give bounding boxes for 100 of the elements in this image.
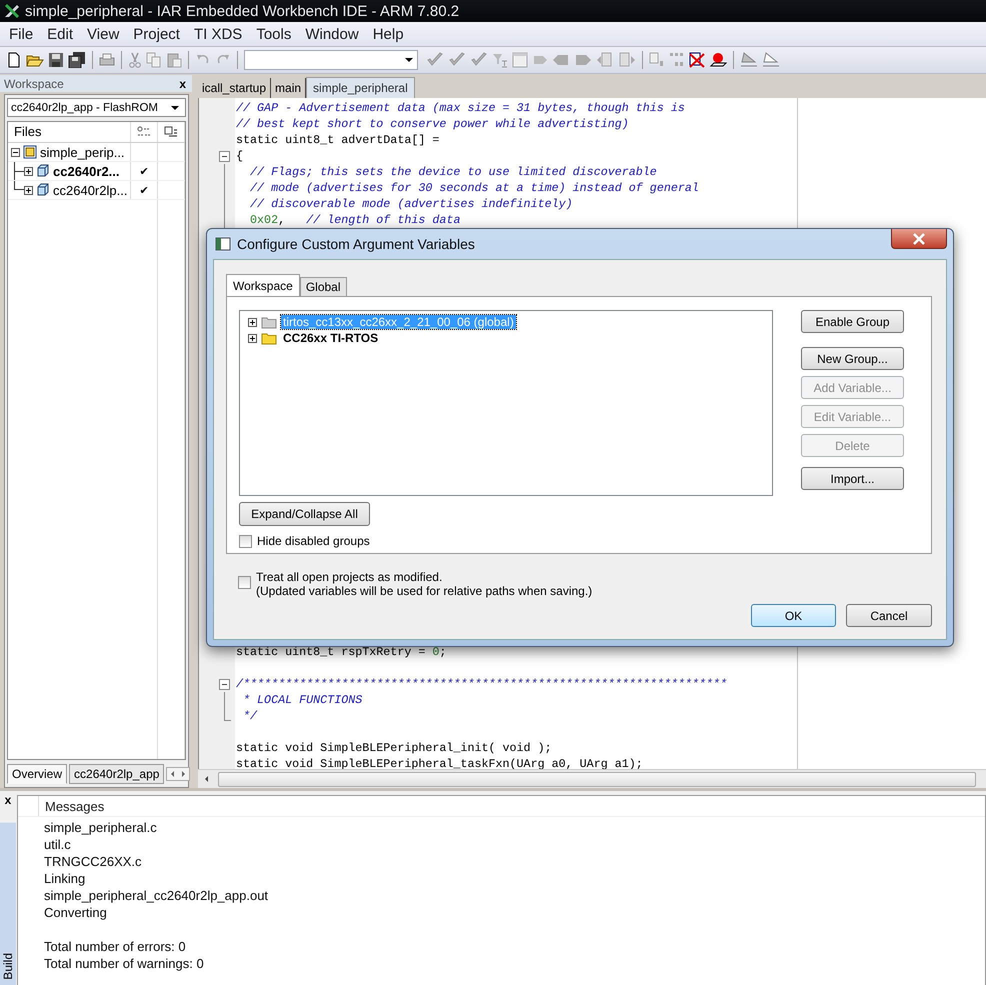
dialog-button[interactable]: New Group... bbox=[801, 347, 904, 370]
workspace-icon bbox=[23, 145, 37, 159]
scissors-icon[interactable] bbox=[128, 52, 142, 68]
collapse-icon[interactable] bbox=[11, 148, 20, 156]
window-icon[interactable] bbox=[512, 52, 528, 68]
window-icon bbox=[215, 236, 231, 252]
dialog-tab[interactable]: Workspace bbox=[226, 274, 300, 296]
panel-tab[interactable]: cc2640r2lp_app bbox=[69, 764, 164, 784]
panel-tab[interactable]: Overview bbox=[7, 764, 68, 784]
find-combo-box[interactable] bbox=[244, 50, 418, 70]
save-all-icon[interactable] bbox=[68, 52, 86, 68]
column-header: Files bbox=[8, 122, 131, 142]
code-line: // mode (advertises for 30 seconds at a time) instead of general bbox=[249, 181, 699, 195]
expand-icon[interactable] bbox=[24, 166, 33, 176]
panel-title: Workspace bbox=[4, 76, 64, 90]
cancel-button[interactable]: Cancel bbox=[846, 604, 932, 627]
editor-tab[interactable]: simple_peripheral bbox=[306, 77, 415, 98]
menu-item[interactable]: Window bbox=[298, 26, 366, 42]
cube-icon bbox=[36, 183, 50, 197]
settings-grid-icon bbox=[164, 126, 178, 138]
column-header: Messages bbox=[45, 798, 104, 814]
cube-icon bbox=[36, 164, 50, 178]
tree-item-label[interactable]: cc2640r2lp... bbox=[53, 182, 128, 198]
tools-icon bbox=[3, 2, 21, 20]
note-text: (Updated variables will be used for relative paths when saving.) bbox=[256, 584, 592, 598]
document-grid-icon[interactable] bbox=[649, 52, 665, 68]
fold-icon[interactable] bbox=[219, 151, 230, 162]
checkbox-label: Hide disabled groups bbox=[257, 534, 370, 548]
menu-item[interactable]: File bbox=[2, 26, 40, 42]
dialog-title: Configure Custom Argument Variables bbox=[237, 236, 475, 252]
tab-scroll-buttons[interactable] bbox=[166, 767, 190, 781]
triangle-icon[interactable] bbox=[740, 52, 758, 68]
code-line: // discoverable mode (advertises indefinitely) bbox=[249, 197, 573, 211]
configuration-dropdown[interactable]: cc2640r2lp_app - FlashROM bbox=[7, 98, 186, 117]
expand-icon[interactable] bbox=[24, 186, 33, 194]
printer-icon[interactable] bbox=[99, 52, 115, 68]
breakpoint-icon[interactable] bbox=[709, 52, 727, 68]
code-line: static uint8_t advertData[] = bbox=[236, 133, 440, 147]
triangle-outline-icon[interactable] bbox=[762, 52, 780, 68]
message-line: Total number of warnings: 0 bbox=[44, 955, 205, 972]
expand-collapse-button[interactable]: Expand/Collapse All bbox=[239, 502, 370, 526]
horizontal-scrollbar[interactable] bbox=[198, 769, 986, 788]
checkbox-label: Treat all open projects as modified. bbox=[256, 570, 444, 584]
close-button[interactable] bbox=[891, 229, 947, 249]
code-line: // Flags; this sets the device to use limited discoverable bbox=[249, 165, 657, 179]
code-line: // GAP - Advertisement data (max size = 31 bytes, though this is bbox=[236, 101, 685, 115]
document-right-icon[interactable] bbox=[618, 52, 636, 68]
code-line: // best kept short to conserve power while advertisting) bbox=[236, 117, 629, 131]
message-line: Linking bbox=[44, 870, 86, 887]
copy-icon[interactable] bbox=[146, 52, 162, 68]
menu-item[interactable]: TI XDS bbox=[186, 26, 250, 42]
menu-item[interactable]: View bbox=[80, 26, 126, 42]
cross-icon[interactable] bbox=[689, 52, 705, 68]
message-line: simple_peripheral.c bbox=[44, 819, 158, 836]
tree-item[interactable]: simple_perip... bbox=[8, 143, 131, 161]
code-line: static void SimpleBLEPeripheral_init( void ); bbox=[236, 741, 552, 755]
scroll-thumb[interactable] bbox=[218, 772, 976, 786]
dialog-tab[interactable]: Global bbox=[300, 277, 346, 296]
right-tag-icon[interactable] bbox=[574, 52, 592, 68]
message-line: util.c bbox=[44, 836, 72, 853]
message-line: Total number of errors: 0 bbox=[44, 938, 187, 955]
checkbox[interactable] bbox=[239, 534, 252, 548]
checkmark-icon[interactable] bbox=[470, 52, 488, 68]
expand-icon[interactable] bbox=[248, 334, 257, 342]
new-file-icon[interactable] bbox=[6, 52, 22, 68]
checkmark-icon[interactable] bbox=[448, 52, 466, 68]
window-title: simple_peripheral - IAR Embedded Workbench IDE - ARM 7.80.2 bbox=[25, 2, 460, 20]
menu-item[interactable]: Tools bbox=[249, 26, 298, 42]
code-line: */ bbox=[242, 709, 258, 723]
menu-item[interactable]: Edit bbox=[40, 26, 80, 42]
checkmark-icon[interactable] bbox=[426, 52, 444, 68]
left-tag-icon[interactable] bbox=[552, 52, 570, 68]
menu-item[interactable]: Project bbox=[126, 26, 187, 42]
code-line: 0x02, // length of this data bbox=[249, 213, 460, 227]
dialog-button[interactable]: Import... bbox=[801, 467, 904, 490]
code-line: { bbox=[236, 149, 244, 163]
document-left-icon[interactable] bbox=[596, 52, 614, 68]
group-item[interactable]: CC26xx TI-RTOS bbox=[281, 331, 380, 345]
funnel-icon[interactable] bbox=[492, 52, 508, 68]
message-line: simple_peripheral_cc2640r2lp_app.out bbox=[44, 887, 270, 904]
check-mark: ✔ bbox=[140, 164, 148, 178]
code-line: /********************************************************************* bbox=[236, 677, 727, 691]
options-icon bbox=[137, 126, 151, 138]
save-icon[interactable] bbox=[48, 52, 64, 68]
tree-item-label: simple_perip... bbox=[40, 144, 125, 160]
checkbox[interactable] bbox=[238, 576, 251, 589]
expand-icon[interactable] bbox=[248, 318, 257, 326]
close-button[interactable]: x bbox=[179, 76, 186, 90]
close-button[interactable]: x bbox=[4, 793, 12, 807]
fold-icon[interactable] bbox=[219, 679, 230, 690]
code-line: * LOCAL FUNCTIONS bbox=[242, 693, 362, 707]
clipboard-icon[interactable] bbox=[166, 52, 182, 68]
code-line: static uint8_t rspTxRetry = 0; bbox=[236, 645, 446, 659]
ok-button[interactable]: OK bbox=[751, 604, 836, 627]
tree-item-label[interactable]: cc2640r2... bbox=[53, 164, 120, 178]
dialog-button[interactable]: Enable Group bbox=[801, 310, 904, 333]
menu-item[interactable]: Help bbox=[366, 26, 411, 42]
panel-tab[interactable]: Build bbox=[0, 823, 16, 985]
message-line: TRNGCC26XX.c bbox=[44, 853, 143, 870]
message-line: Converting bbox=[44, 904, 108, 921]
